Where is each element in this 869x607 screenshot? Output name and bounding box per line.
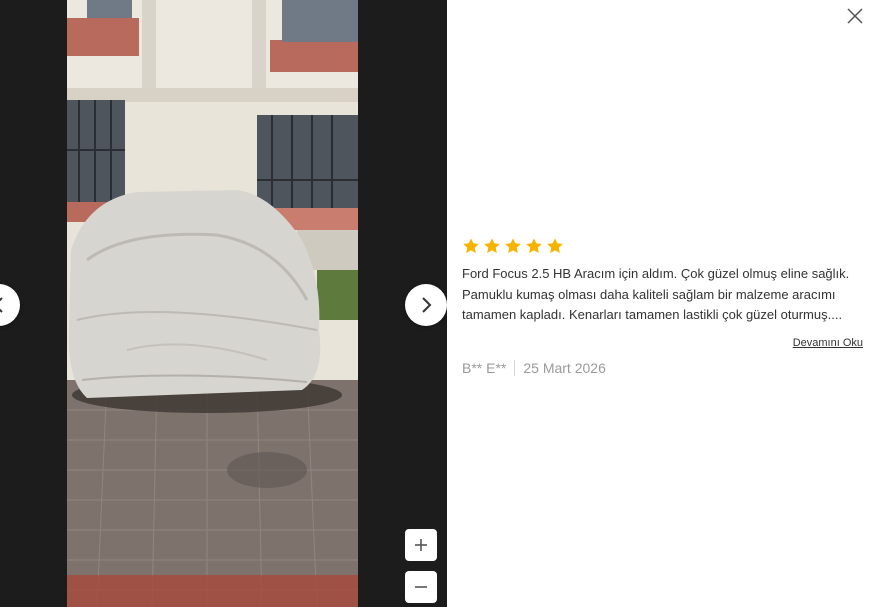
review-text: Ford Focus 2.5 HB Aracım için aldım. Çok… <box>462 266 850 322</box>
review-panel: Ford Focus 2.5 HB Aracım için aldım. Çok… <box>462 237 863 376</box>
image-viewer <box>0 0 447 607</box>
close-button[interactable] <box>843 4 867 28</box>
review-date: 25 Mart 2026 <box>523 360 606 376</box>
review-photo <box>67 0 358 607</box>
zoom-out-button[interactable] <box>405 571 437 603</box>
meta-divider <box>514 360 516 376</box>
previous-image-button[interactable] <box>0 284 20 326</box>
close-icon <box>847 8 863 24</box>
minus-icon <box>415 586 427 588</box>
plus-icon <box>415 539 427 551</box>
star-icon <box>547 238 563 254</box>
star-icon <box>463 238 479 254</box>
read-more-link[interactable]: Devamını Oku <box>462 337 863 349</box>
star-icon <box>484 238 500 254</box>
zoom-in-button[interactable] <box>405 529 437 561</box>
chevron-left-icon <box>0 297 3 313</box>
star-icon <box>526 238 542 254</box>
star-rating <box>462 237 863 257</box>
next-image-button[interactable] <box>405 284 447 326</box>
review-meta: B** E** 25 Mart 2026 <box>462 360 863 376</box>
chevron-right-icon <box>422 297 432 313</box>
review-photo-image <box>67 0 358 607</box>
review-author: B** E** <box>462 360 507 376</box>
star-icon <box>505 238 521 254</box>
